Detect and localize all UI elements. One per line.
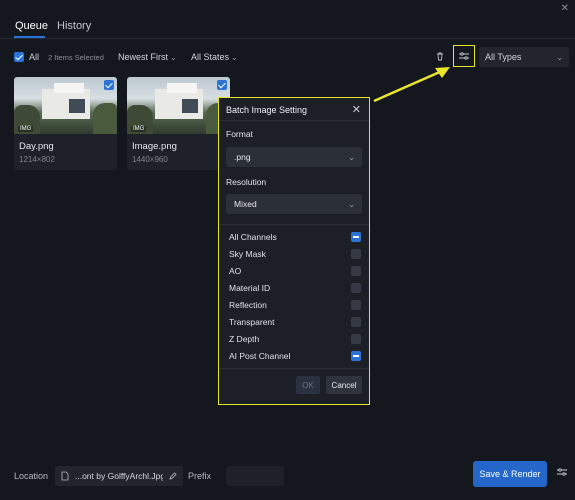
sort-dropdown[interactable]: Newest First ⌄: [118, 52, 177, 62]
format-value: .png: [234, 152, 251, 162]
chevron-down-icon: ⌄: [556, 52, 563, 62]
card-filename: Image.png: [132, 141, 177, 152]
channel-label: Sky Mask: [229, 249, 266, 259]
tab-queue[interactable]: Queue: [15, 20, 48, 32]
checkbox-checked-icon: [14, 52, 24, 62]
channel-checkbox[interactable]: [351, 232, 361, 242]
chevron-down-icon: ⌄: [231, 53, 238, 62]
channel-label: Reflection: [229, 300, 267, 310]
dialog-close-icon[interactable]: ✕: [352, 103, 361, 116]
edit-pencil-icon[interactable]: [169, 472, 177, 480]
card-select-checkbox[interactable]: [104, 80, 114, 90]
image-type-badge: IMG: [18, 126, 34, 132]
channel-checkbox[interactable]: [351, 300, 361, 310]
dialog-divider: [219, 120, 369, 121]
channel-row-transparent[interactable]: Transparent: [229, 317, 361, 327]
channel-row-all-channels[interactable]: All Channels: [229, 232, 361, 242]
chevron-down-icon: ⌄: [170, 53, 177, 62]
channel-label: All Channels: [229, 232, 277, 242]
card-filename: Day.png: [19, 141, 54, 152]
location-label: Location: [14, 471, 49, 481]
image-type-badge: IMG: [131, 126, 147, 132]
channel-checkbox[interactable]: [351, 266, 361, 276]
select-all-checkbox[interactable]: [14, 52, 24, 64]
channel-row-sky-mask[interactable]: Sky Mask: [229, 249, 361, 259]
channel-row-ao[interactable]: AO: [229, 266, 361, 276]
sliders-icon: [557, 468, 567, 476]
render-thumbnail: IMG: [14, 77, 117, 134]
file-icon: [61, 471, 69, 481]
resolution-label: Resolution: [226, 177, 267, 187]
queue-card[interactable]: IMG Day.png 1214×802: [14, 77, 117, 170]
dialog-title: Batch Image Setting: [226, 105, 308, 115]
card-select-checkbox[interactable]: [217, 80, 227, 90]
cancel-button[interactable]: Cancel: [326, 376, 362, 394]
batch-image-setting-dialog: Batch Image Setting ✕ Format .png ⌄ Reso…: [218, 97, 370, 405]
save-and-render-button[interactable]: Save & Render: [473, 461, 547, 487]
channel-label: Z Depth: [229, 334, 260, 344]
selected-count: 2 Items Selected: [48, 53, 104, 62]
annotation-arrow: [373, 67, 450, 103]
ok-button[interactable]: OK: [296, 376, 320, 394]
channel-row-material-id[interactable]: Material ID: [229, 283, 361, 293]
channel-row-ai-post-channel[interactable]: AI Post Channel: [229, 351, 361, 361]
channel-checkbox[interactable]: [351, 334, 361, 344]
channel-checkbox[interactable]: [351, 249, 361, 259]
sort-dropdown-label: Newest First: [118, 52, 169, 62]
channel-row-z-depth[interactable]: Z Depth: [229, 334, 361, 344]
channel-row-reflection[interactable]: Reflection: [229, 300, 361, 310]
batch-settings-button[interactable]: [453, 45, 475, 67]
channel-label: AO: [229, 266, 242, 276]
type-filter-label: All Types: [485, 52, 522, 62]
format-label: Format: [226, 129, 253, 139]
location-value: ...ont by GolffyArchl.Jpg: [75, 471, 163, 481]
card-dimensions: 1440×960: [132, 155, 168, 164]
render-settings-button[interactable]: [556, 467, 568, 479]
location-field[interactable]: ...ont by GolffyArchl.Jpg: [55, 466, 183, 486]
resolution-select[interactable]: Mixed ⌄: [226, 194, 362, 214]
trash-icon: [437, 52, 443, 61]
channel-checkbox[interactable]: [351, 351, 361, 361]
channel-label: Transparent: [229, 317, 275, 327]
channel-checkbox[interactable]: [351, 317, 361, 327]
chevron-down-icon: ⌄: [348, 152, 355, 162]
tab-history[interactable]: History: [57, 20, 91, 32]
card-dimensions: 1214×802: [19, 155, 55, 164]
tabs-divider: [0, 38, 575, 39]
queue-card[interactable]: IMG Image.png 1440×960: [127, 77, 230, 170]
prefix-label: Prefix: [188, 471, 212, 481]
dialog-divider: [219, 368, 369, 369]
window-close-icon[interactable]: ✕: [561, 3, 569, 14]
state-filter-dropdown[interactable]: All States ⌄: [191, 52, 238, 62]
render-thumbnail: IMG: [127, 77, 230, 134]
sliders-icon: [459, 52, 469, 60]
channel-checkbox[interactable]: [351, 283, 361, 293]
dialog-divider: [219, 224, 369, 225]
state-filter-label: All States: [191, 52, 230, 62]
prefix-input[interactable]: [226, 466, 284, 486]
select-all-label: All: [29, 52, 40, 62]
channel-label: Material ID: [229, 283, 271, 293]
chevron-down-icon: ⌄: [348, 199, 355, 209]
resolution-value: Mixed: [234, 199, 257, 209]
channel-label: AI Post Channel: [229, 351, 291, 361]
type-filter-dropdown[interactable]: All Types ⌄: [479, 47, 569, 67]
format-select[interactable]: .png ⌄: [226, 147, 362, 167]
